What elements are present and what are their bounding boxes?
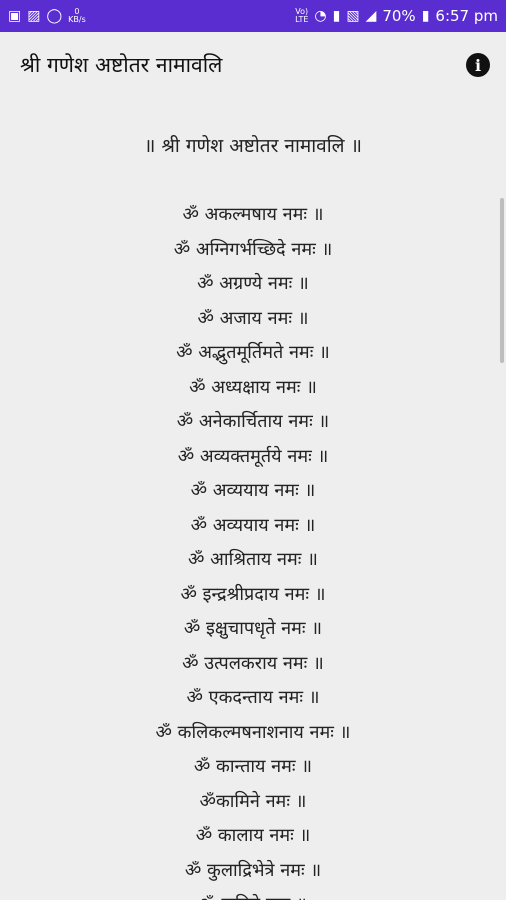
list-item: ॐ कान्ताय नमः ॥ <box>193 756 313 777</box>
data-icon: ▮ <box>332 8 341 24</box>
list-item: ॐ कलिकल्मषनाशनाय नमः ॥ <box>155 721 351 743</box>
notification-icon: ▣ <box>8 8 22 24</box>
sim-icon: ▧ <box>346 8 360 24</box>
lte-label: LTE <box>295 15 309 24</box>
list-item: ॐ अव्ययाय नमः ॥ <box>190 514 316 536</box>
list-item: ॐ अग्निगर्भच्छिदे नमः ॥ <box>173 238 333 260</box>
name-list: ॐ अकल्मषाय नमः ॥ ॐ अग्निगर्भच्छिदे नमः ॥ ॐ… <box>0 198 506 900</box>
battery-icon: ▮ <box>421 8 430 24</box>
list-item: ॐकामिने नमः ॥ <box>199 790 307 812</box>
list-item: ॐ आश्रिताय नमः ॥ <box>188 549 318 570</box>
list-item: ॐ कृतिने नमः ॥ <box>0 888 506 900</box>
whatsapp-icon: ◯ <box>46 8 63 24</box>
net-speed: 0 KB/s <box>68 8 86 24</box>
list-item: ॐ एकदन्ताय नमः ॥ <box>186 687 320 708</box>
status-bar: ▣ ▨ ◯ 0 KB/s Vo) LTE ◔ ▮ ▧ ◢ 70% ▮ 6:57 p… <box>0 0 506 32</box>
scrollbar[interactable] <box>500 198 504 363</box>
app-bar: श्री गणेश अष्टोतर नामावलि i <box>0 32 506 98</box>
list-item: ॐ अध्यक्षाय नमः ॥ <box>189 376 317 398</box>
list-item: ॐ अव्ययाय नमः ॥ <box>190 480 316 501</box>
list-item: ॐ इक्षुचापधृते नमः ॥ <box>183 618 323 639</box>
list-item: ॐ अनेकार्चिताय नमः ॥ <box>176 411 330 432</box>
battery-percent: 70% <box>382 7 416 25</box>
page-heading: ॥ श्री गणेश अष्टोतर नामावलि ॥ <box>144 135 362 157</box>
list-item: ॐ अकल्मषाय नमः ॥ <box>182 204 324 225</box>
list-item: ॐ उत्पलकराय नमः ॥ <box>182 652 324 674</box>
list-item: ॐ अद्भुतमूर्तिमते नमः ॥ <box>176 342 330 363</box>
clock: 6:57 pm <box>435 7 498 25</box>
list-item: ॐ अग्रण्ये नमः ॥ <box>197 273 309 294</box>
info-icon[interactable]: i <box>466 53 490 77</box>
list-item: ॐ इन्द्रश्रीप्रदाय नमः ॥ <box>180 583 326 605</box>
content-scroll-area[interactable]: ॥ श्री गणेश अष्टोतर नामावलि ॥ ॐ अकल्मषाय… <box>0 98 506 900</box>
status-left: ▣ ▨ ◯ 0 KB/s <box>8 8 86 24</box>
list-item: ॐ अजाय नमः ॥ <box>197 307 309 329</box>
signal-icon: ◢ <box>365 8 377 24</box>
list-item: ॐ अव्यक्तमूर्तये नमः ॥ <box>177 445 329 467</box>
list-item: ॐ कुलाद्रिभेत्रे नमः ॥ <box>184 859 322 881</box>
list-item: ॐ कालाय नमः ॥ <box>195 825 311 846</box>
status-right: Vo) LTE ◔ ▮ ▧ ◢ 70% ▮ 6:57 pm <box>295 7 498 25</box>
gallery-icon: ▨ <box>27 8 41 24</box>
net-speed-unit: KB/s <box>68 15 86 24</box>
app-title: श्री गणेश अष्टोतर नामावलि <box>20 53 223 77</box>
volte-icon: Vo) LTE <box>295 7 309 24</box>
wifi-icon: ◔ <box>314 8 327 24</box>
